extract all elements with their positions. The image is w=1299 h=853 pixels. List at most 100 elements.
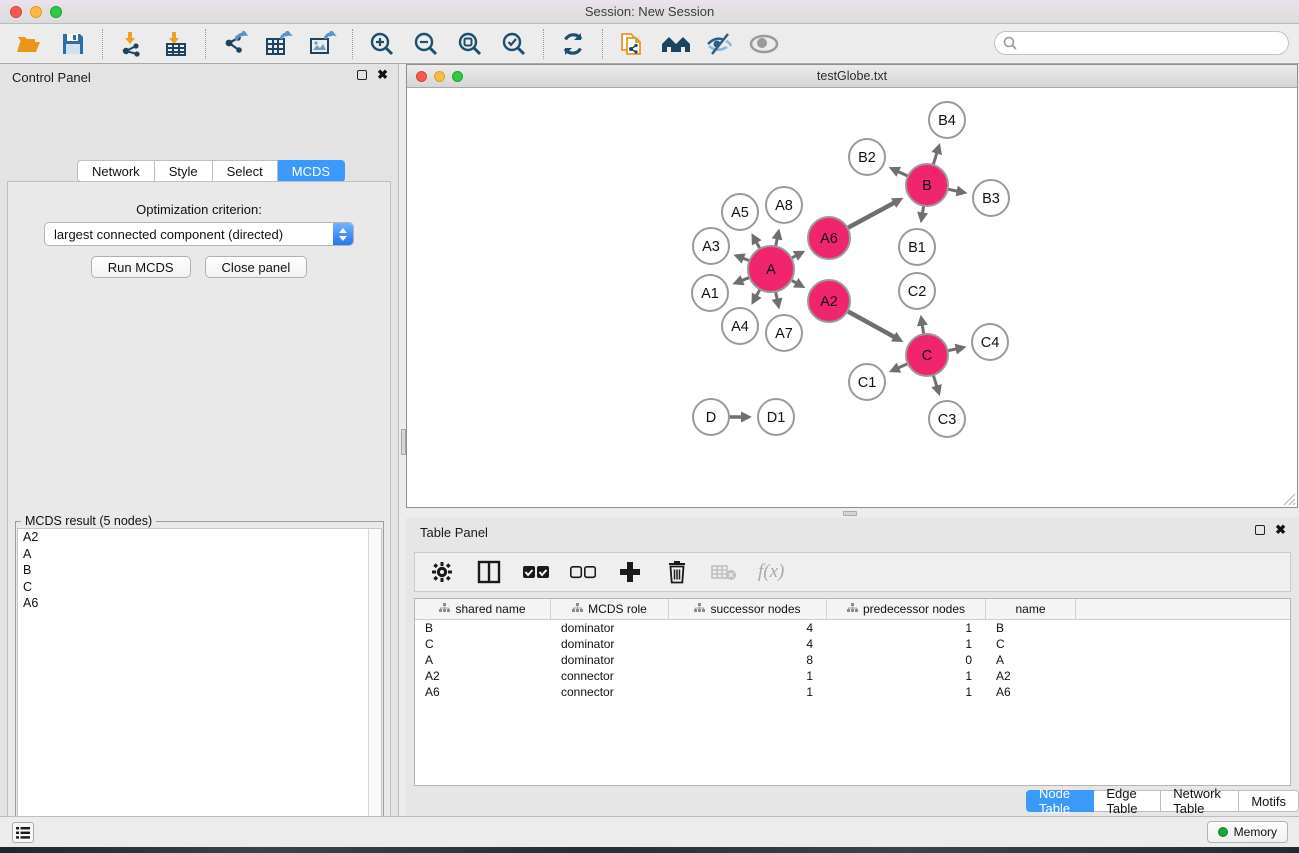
result-list-item[interactable]: A6 [18, 595, 381, 612]
result-scrollbar[interactable] [368, 529, 381, 853]
import-network-icon[interactable] [117, 29, 147, 59]
graph-node-label: A5 [731, 205, 749, 221]
show-all-icon[interactable] [749, 29, 779, 59]
graph-node-label: D1 [767, 410, 786, 426]
import-table-icon[interactable] [161, 29, 191, 59]
table-cell: dominator [551, 636, 669, 652]
table-cell: B [986, 620, 1076, 636]
save-session-icon[interactable] [58, 29, 88, 59]
graph-node-label: B4 [938, 113, 956, 129]
delete-column-icon[interactable] [664, 559, 690, 585]
network-window-titlebar[interactable]: testGlobe.txt [407, 65, 1297, 88]
select-all-icon[interactable] [523, 559, 549, 585]
first-neighbors-icon[interactable] [661, 29, 691, 59]
column-header-name[interactable]: name [986, 599, 1076, 619]
add-column-icon[interactable] [617, 559, 643, 585]
table-row[interactable]: Cdominator41C [415, 636, 1290, 652]
graph-node-label: C2 [908, 284, 927, 300]
close-table-panel-icon[interactable]: ✖ [1275, 525, 1286, 535]
zoom-fit-icon[interactable] [455, 29, 485, 59]
graph-node-label: B1 [908, 240, 926, 256]
table-tabs: Node TableEdge TableNetwork TableMotifs [1026, 790, 1299, 812]
table-row[interactable]: A2connector11A2 [415, 668, 1290, 684]
dropdown-stepper-icon [333, 223, 353, 245]
panel-divider-handle[interactable] [401, 429, 406, 455]
open-session-icon[interactable] [14, 29, 44, 59]
result-list-item[interactable]: C [18, 579, 381, 596]
deselect-all-icon[interactable] [570, 559, 596, 585]
control-panel-tabs: NetworkStyleSelectMCDS [77, 160, 345, 182]
tab-network[interactable]: Network [77, 160, 155, 182]
float-table-panel-icon[interactable] [1255, 525, 1265, 535]
graph-node-label: B [922, 178, 932, 194]
column-browser-icon[interactable] [476, 559, 502, 585]
run-mcds-button[interactable]: Run MCDS [91, 256, 191, 278]
list-menu-icon [16, 827, 30, 839]
graph-node-label: D [706, 410, 716, 426]
result-list-item[interactable]: A [18, 546, 381, 563]
table-row[interactable]: Bdominator41B [415, 620, 1290, 636]
tab-select[interactable]: Select [213, 160, 278, 182]
show-panels-menu-button[interactable] [12, 822, 34, 843]
column-header-shared-name[interactable]: shared name [415, 599, 551, 619]
mcds-result-title: MCDS result (5 nodes) [21, 514, 156, 528]
table-cell: A2 [986, 668, 1076, 684]
zoom-in-icon[interactable] [367, 29, 397, 59]
edge-arrowhead [772, 229, 783, 241]
attribute-icon [572, 602, 583, 616]
criterion-dropdown[interactable]: largest connected component (directed) [44, 222, 354, 246]
network-graph[interactable]: B4B2BB3A8A5A6B1A3AC2A1A2A4A7C4CC1C3DD1 [407, 88, 1297, 507]
export-network-icon[interactable] [220, 29, 250, 59]
graph-node-label: A [766, 262, 776, 278]
optimization-criterion-label: Optimization criterion: [8, 202, 390, 217]
refresh-icon[interactable] [558, 29, 588, 59]
search-icon [1002, 35, 1018, 51]
edge-arrowhead [772, 298, 783, 310]
tab-mcds[interactable]: MCDS [278, 160, 345, 182]
float-panel-icon[interactable] [357, 70, 367, 80]
tab-network-table[interactable]: Network Table [1161, 790, 1239, 812]
horizontal-divider-handle[interactable] [843, 511, 857, 516]
table-cell: A6 [986, 684, 1076, 700]
edge-arrowhead [917, 212, 928, 224]
hide-selected-icon[interactable] [705, 29, 735, 59]
table-header-row: shared nameMCDS rolesuccessor nodesprede… [415, 599, 1290, 620]
result-list-item[interactable]: B [18, 562, 381, 579]
close-panel-button[interactable]: Close panel [205, 256, 308, 278]
tab-motifs[interactable]: Motifs [1239, 790, 1299, 812]
tab-style[interactable]: Style [155, 160, 213, 182]
memory-button-label: Memory [1234, 825, 1277, 839]
search-input[interactable] [994, 31, 1289, 55]
table-row[interactable]: Adominator80A [415, 652, 1290, 668]
graph-node-label: A6 [820, 231, 838, 247]
clone-network-icon[interactable] [617, 29, 647, 59]
graph-node-label: C1 [858, 375, 877, 391]
node-table[interactable]: shared nameMCDS rolesuccessor nodesprede… [414, 598, 1291, 786]
close-panel-icon[interactable]: ✖ [377, 70, 388, 80]
memory-button[interactable]: Memory [1207, 821, 1288, 843]
table-row[interactable]: A6connector11A6 [415, 684, 1290, 700]
graph-edge[interactable] [847, 311, 898, 339]
edge-arrowhead [931, 143, 942, 155]
table-cell: 1 [669, 668, 827, 684]
table-settings-icon[interactable] [429, 559, 455, 585]
column-header-mcds-role[interactable]: MCDS role [551, 599, 669, 619]
control-panel-title: Control Panel [12, 70, 91, 85]
network-window-title: testGlobe.txt [407, 69, 1297, 83]
table-cell: A2 [415, 668, 551, 684]
network-canvas[interactable]: B4B2BB3A8A5A6B1A3AC2A1A2A4A7C4CC1C3DD1 [407, 88, 1297, 507]
mcds-result-list[interactable]: A2ABCA6 [17, 528, 382, 853]
graph-edge[interactable] [847, 201, 897, 228]
export-table-icon[interactable] [264, 29, 294, 59]
resize-grip-icon[interactable] [1282, 492, 1296, 506]
column-header-predecessor-nodes[interactable]: predecessor nodes [827, 599, 986, 619]
graph-node-label: A3 [702, 239, 720, 255]
tab-node-table[interactable]: Node Table [1026, 790, 1094, 812]
zoom-selected-icon[interactable] [499, 29, 529, 59]
export-image-icon[interactable] [308, 29, 338, 59]
zoom-out-icon[interactable] [411, 29, 441, 59]
tab-edge-table[interactable]: Edge Table [1094, 790, 1161, 812]
result-list-item[interactable]: A2 [18, 529, 381, 546]
mcds-tab-content: Optimization criterion: largest connecte… [7, 181, 391, 853]
column-header-successor-nodes[interactable]: successor nodes [669, 599, 827, 619]
